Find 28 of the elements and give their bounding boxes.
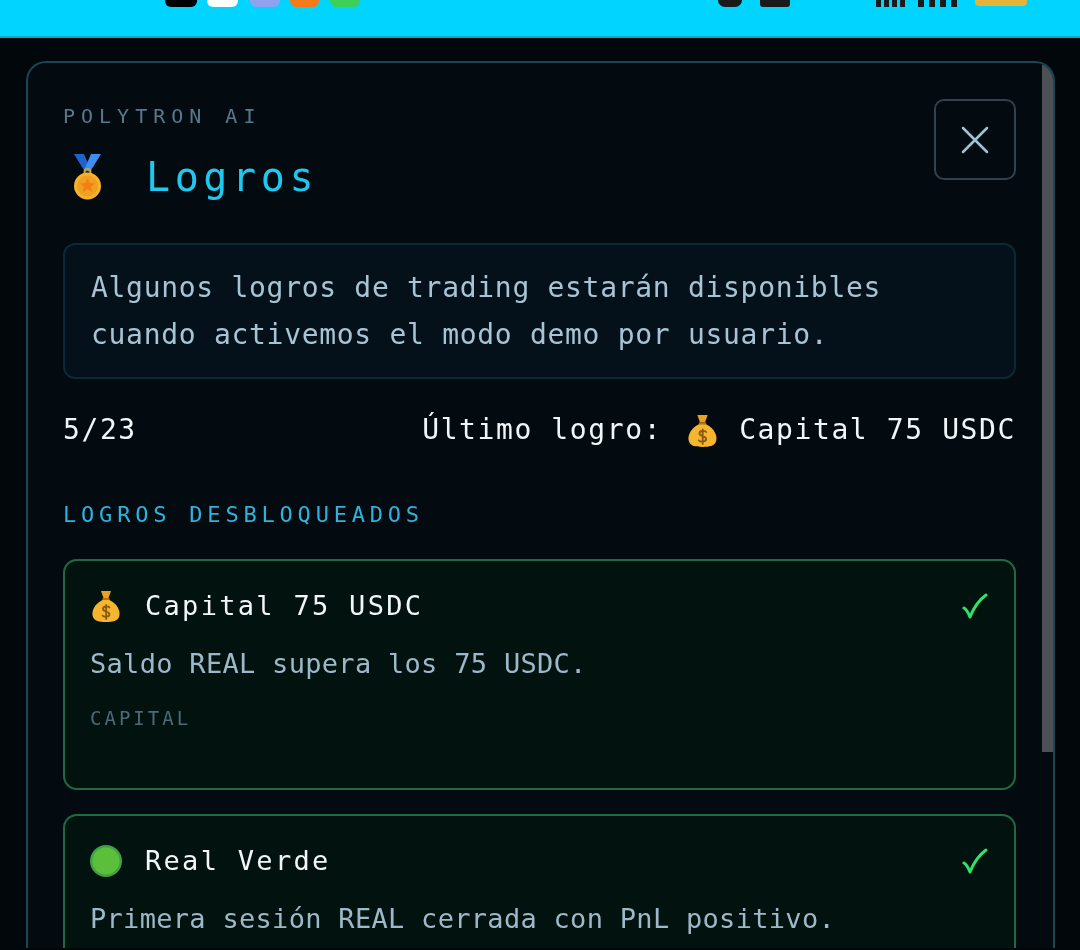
circle-icon — [90, 845, 122, 877]
achievement-title: Real Verde — [145, 843, 331, 878]
app-icon — [330, 0, 360, 7]
scrollbar-thumb[interactable] — [1042, 65, 1053, 752]
close-button[interactable] — [934, 99, 1016, 180]
close-icon — [961, 125, 989, 154]
medal-icon — [71, 154, 104, 200]
achievement-description: Saldo REAL supera los 75 USDC. — [90, 647, 588, 681]
battery-icon — [975, 0, 1027, 6]
app-icon — [290, 0, 319, 7]
brand-label: POLYTRON AI — [63, 103, 263, 130]
achievement-description: Primera sesión REAL cerrada con PnL positivo. — [90, 902, 836, 936]
app-icon — [165, 0, 197, 7]
achievement-title: Capital 75 USDC — [145, 588, 424, 623]
section-heading: LOGROS DESBLOQUEADOS — [63, 501, 425, 529]
latest-achievement-name: Capital 75 USDC — [739, 412, 1016, 448]
signal-icon — [918, 0, 958, 7]
app-icon — [207, 0, 238, 7]
status-icon — [718, 0, 742, 7]
notice-text: Algunos logros de trading estarán disponibles cuando activemos el modo demo por usuario. — [63, 243, 1016, 379]
money-bag-icon — [90, 590, 122, 622]
progress-count: 5/23 — [63, 412, 137, 448]
signal-icon — [876, 0, 906, 7]
app-icon — [250, 0, 280, 7]
dialog-title: Logros — [146, 153, 319, 201]
achievement-category: CAPITAL — [90, 706, 193, 731]
latest-achievement-label: Último logro: — [422, 411, 663, 448]
status-icon — [760, 0, 790, 7]
